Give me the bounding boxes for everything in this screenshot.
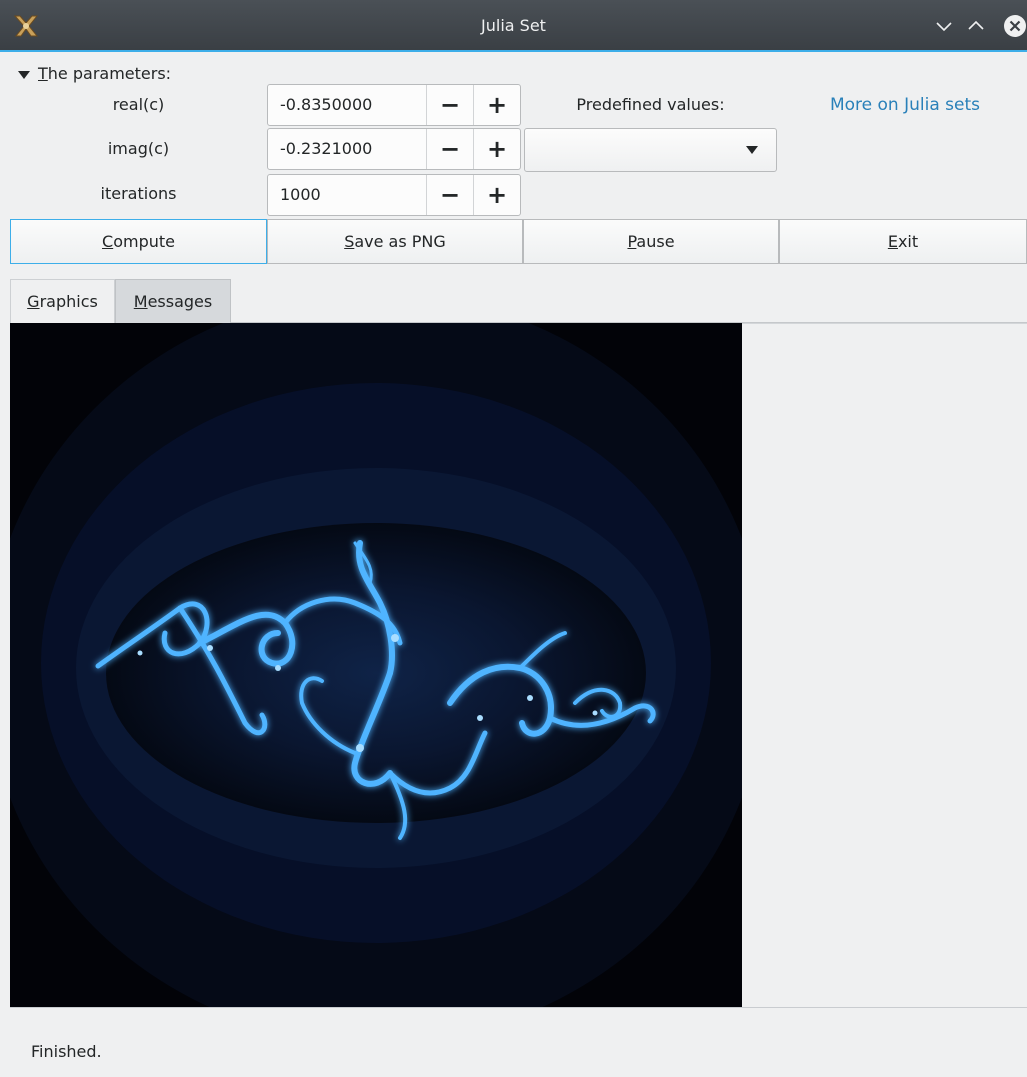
julia-set-canvas[interactable]	[10, 323, 742, 1008]
iterations-increment-button[interactable]: +	[474, 175, 520, 215]
maximize-icon[interactable]	[964, 14, 988, 38]
tab-messages[interactable]: Messages	[115, 279, 231, 323]
graphics-mnemonic: G	[27, 292, 40, 311]
iterations-label: iterations	[100, 184, 177, 203]
compute-label: ompute	[113, 232, 175, 251]
save-label: ave as PNG	[354, 232, 446, 251]
status-divider	[10, 1007, 1027, 1008]
exit-button[interactable]: Exit	[779, 219, 1027, 264]
collapse-arrow-icon	[18, 70, 30, 79]
imag-input[interactable]: -0.2321000	[280, 129, 372, 169]
imag-decrement-button[interactable]: −	[427, 129, 473, 169]
close-icon[interactable]	[1003, 14, 1027, 38]
iterations-decrement-button[interactable]: −	[427, 175, 473, 215]
exit-label: xit	[897, 232, 919, 251]
pause-label: ause	[636, 232, 675, 251]
parameters-label: he parameters:	[47, 64, 172, 83]
predefined-label: Predefined values:	[576, 95, 725, 114]
compute-mnemonic: C	[102, 232, 114, 251]
parameters-mnemonic: T	[38, 64, 48, 83]
imag-spinbox[interactable]: -0.2321000 − +	[267, 128, 521, 170]
messages-mnemonic: M	[133, 292, 148, 311]
imag-label: imag(c)	[107, 139, 170, 158]
parameters-toggle[interactable]: The parameters:	[18, 62, 171, 86]
predefined-values-dropdown[interactable]	[524, 128, 777, 172]
window-title: Julia Set	[481, 16, 546, 35]
tab-graphics[interactable]: Graphics	[10, 279, 115, 323]
minimize-icon[interactable]	[932, 14, 956, 38]
messages-tab-label: essages	[147, 292, 213, 311]
julia-fractal-image	[10, 323, 742, 1008]
real-increment-button[interactable]: +	[474, 85, 520, 125]
title-bar[interactable]: Julia Set	[0, 0, 1027, 52]
dropdown-arrow-icon	[746, 146, 758, 154]
compute-button[interactable]: Compute	[10, 219, 267, 264]
save-mnemonic: S	[344, 232, 355, 251]
graphics-side-area	[742, 323, 1027, 1009]
iterations-spinbox[interactable]: 1000 − +	[267, 174, 521, 216]
julia-sets-link[interactable]: More on Julia sets	[800, 85, 1010, 125]
save-png-button[interactable]: Save as PNG	[267, 219, 523, 264]
real-decrement-button[interactable]: −	[427, 85, 473, 125]
imag-increment-button[interactable]: +	[474, 129, 520, 169]
real-label: real(c)	[112, 95, 165, 114]
pause-button[interactable]: Pause	[523, 219, 779, 264]
exit-mnemonic: E	[887, 232, 898, 251]
status-text: Finished.	[31, 1042, 102, 1061]
graphics-tab-label: raphics	[39, 292, 98, 311]
iterations-input[interactable]: 1000	[280, 175, 321, 215]
real-input[interactable]: -0.8350000	[280, 85, 372, 125]
real-spinbox[interactable]: -0.8350000 − +	[267, 84, 521, 126]
